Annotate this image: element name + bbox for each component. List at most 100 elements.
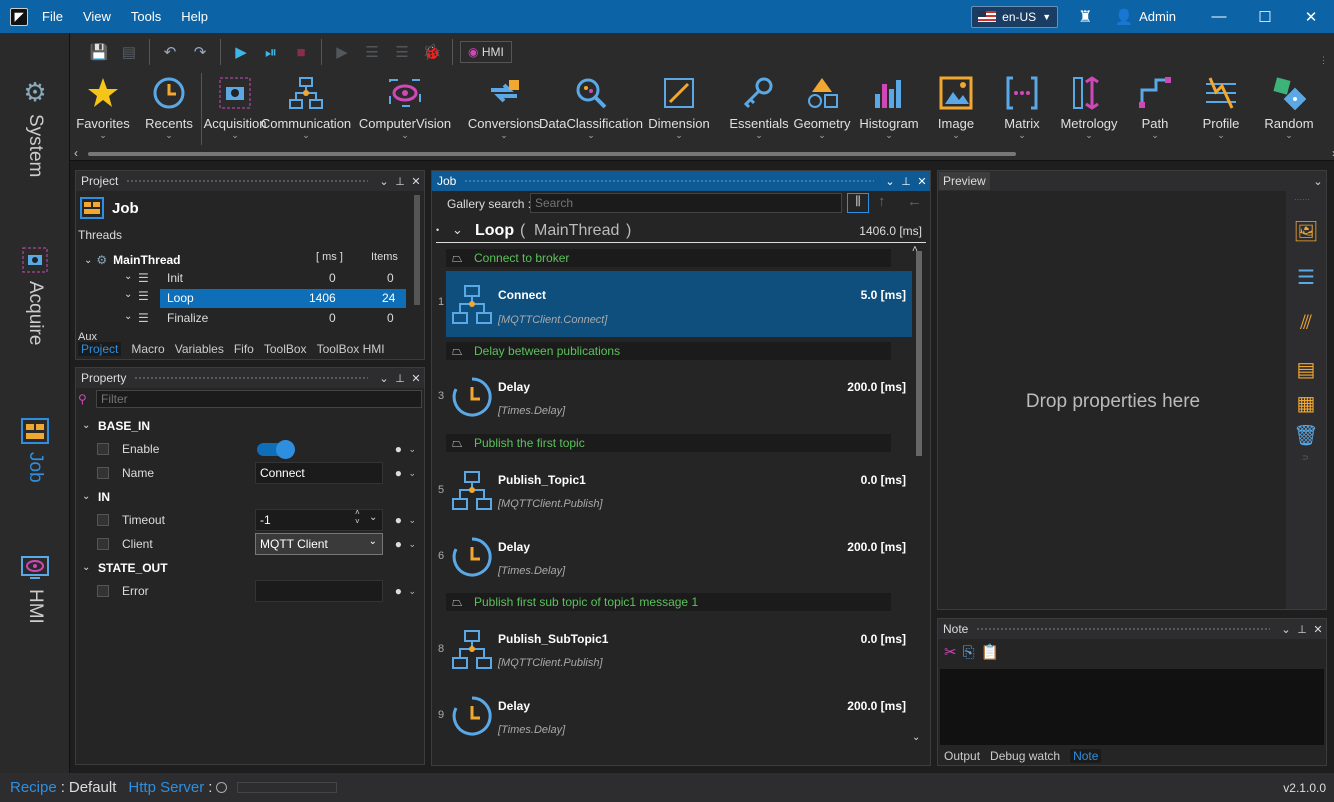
filter-settings-icon[interactable]: ⫼ <box>847 193 869 213</box>
panel-menu-icon[interactable]: ⌄ <box>376 175 392 188</box>
panel-close-icon[interactable]: ✕ <box>1310 623 1326 636</box>
list-indent-icon[interactable]: ☰ <box>389 39 415 65</box>
thread-row-init[interactable]: ⌄ ☰ Init 0 0 <box>124 271 404 289</box>
gallery-search-input[interactable] <box>530 193 842 213</box>
checkbox[interactable] <box>97 443 109 455</box>
http-server-label[interactable]: Http Server <box>128 779 204 796</box>
checkbox[interactable] <box>97 538 109 550</box>
copy-icon[interactable]: ⎘ <box>963 644 975 661</box>
panel-menu-icon[interactable]: ⌄ <box>376 372 392 385</box>
user-name[interactable]: Admin <box>1139 9 1176 24</box>
menu-tools[interactable]: Tools <box>131 9 161 24</box>
nav-job[interactable]: Job <box>0 416 70 483</box>
step-row-publish-topic1[interactable]: 5 Publish_Topic1 [MQTTClient.Publish] 0.… <box>438 459 912 525</box>
ribbon-favorites[interactable]: Favorites ⌄ <box>65 75 141 141</box>
client-select[interactable]: MQTT Client ⌄ <box>255 533 383 555</box>
name-field[interactable]: Connect <box>255 462 383 484</box>
stop-icon[interactable]: ■ <box>288 39 314 65</box>
note-text-area[interactable] <box>940 669 1324 745</box>
ribbon-profile[interactable]: Profile ⌄ <box>1183 75 1259 141</box>
tab-fifo[interactable]: Fifo <box>234 342 254 356</box>
tab-toolbox-hmi[interactable]: ToolBox HMI <box>317 342 385 356</box>
panel-menu-icon[interactable]: ⌄ <box>1278 623 1294 636</box>
debug-icon[interactable]: 🐞 <box>419 39 445 65</box>
tab-variables[interactable]: Variables <box>175 342 224 356</box>
comment-row[interactable]: ⏢ Delay between publications <box>446 342 891 360</box>
pin-icon[interactable]: ⊥ <box>392 175 408 188</box>
run-icon[interactable]: ▶ <box>228 39 254 65</box>
tab-toolbox[interactable]: ToolBox <box>264 342 307 356</box>
add-list-icon[interactable]: ☰ <box>1292 263 1320 291</box>
nav-system[interactable]: ⚙ System <box>0 77 70 177</box>
comment-row[interactable]: ⏢ Connect to broker <box>446 249 891 267</box>
close-button[interactable]: ✕ <box>1288 8 1334 26</box>
tab-debug-watch[interactable]: Debug watch <box>990 749 1060 763</box>
panel-menu-icon[interactable]: ⌄ <box>1310 175 1326 188</box>
error-field[interactable] <box>255 580 383 602</box>
ribbon-scrollbar[interactable]: ‹ › <box>74 146 1334 160</box>
arrow-up-icon[interactable]: ↑ <box>878 193 886 210</box>
ribbon-histogram[interactable]: Histogram ⌄ <box>851 75 927 141</box>
ribbon-dimension[interactable]: Dimension ⌄ <box>641 75 717 141</box>
menu-file[interactable]: File <box>42 9 63 24</box>
thread-row-finalize[interactable]: ⌄ ☰ Finalize 0 0 <box>124 311 404 329</box>
loop-header[interactable]: • ⌄ Loop ( MainThread ) 1406.0 [ms] <box>436 221 926 243</box>
tab-project[interactable]: Project <box>78 342 122 356</box>
step-row-delay[interactable]: 3 Delay [Times.Delay] 200.0 [ms] <box>438 365 912 431</box>
timeout-stepper[interactable]: -1 <box>255 509 383 531</box>
undo-icon[interactable]: ↶ <box>157 39 183 65</box>
filter-input[interactable] <box>96 390 422 408</box>
menu-view[interactable]: View <box>83 9 111 24</box>
paste-icon[interactable]: 📋 <box>981 643 1000 661</box>
pin-icon[interactable]: ⊥ <box>1294 623 1310 636</box>
ribbon-acquisition[interactable]: Acquisition ⌄ <box>197 75 273 141</box>
run-step-icon[interactable]: ⏯ <box>258 39 284 65</box>
ribbon-image[interactable]: Image ⌄ <box>918 75 994 141</box>
ribbon-metrology[interactable]: Metrology ⌄ <box>1051 75 1127 141</box>
thread-row-loop[interactable]: ⌄ ☰ Loop 1406 24 <box>124 289 406 308</box>
scissors-icon[interactable]: ✂ <box>944 643 957 661</box>
save-all-icon[interactable]: ▤ <box>116 39 142 65</box>
grid-layout-icon[interactable]: ▦ <box>1292 389 1320 417</box>
recipe-label[interactable]: Recipe <box>10 779 57 796</box>
thread-row-mainthread[interactable]: ⌄ ⚙ MainThread <box>84 251 414 269</box>
job-scrollbar[interactable] <box>916 251 922 456</box>
comment-row[interactable]: ⏢ Publish the first topic <box>446 434 891 452</box>
add-image-icon[interactable]: 🖼 <box>1292 217 1320 245</box>
checkbox[interactable] <box>97 585 109 597</box>
section-state-out[interactable]: STATE_OUT <box>98 561 168 575</box>
save-icon[interactable]: 💾 <box>86 39 112 65</box>
section-in[interactable]: IN <box>98 490 110 504</box>
checkbox[interactable] <box>97 514 109 526</box>
step-row-delay[interactable]: 9 Delay [Times.Delay] 200.0 [ms] <box>438 684 912 750</box>
panel-close-icon[interactable]: ✕ <box>408 175 424 188</box>
minimize-button[interactable]: — <box>1196 8 1242 25</box>
tab-note[interactable]: Note <box>1070 749 1102 763</box>
nav-acquire[interactable]: Acquire <box>0 245 70 345</box>
language-selector[interactable]: en-US ▼ <box>971 5 1059 28</box>
step-row-connect[interactable]: 1 Connect [MQTTClient.Connect] 5.0 [ms] <box>438 271 912 337</box>
section-base-in[interactable]: BASE_IN <box>98 419 150 433</box>
ribbon-conversions[interactable]: Conversions ⌄ <box>466 75 542 141</box>
panel-close-icon[interactable]: ✕ <box>914 175 930 188</box>
ribbon-communication[interactable]: Communication ⌄ <box>261 75 351 141</box>
chevron-down-icon[interactable]: ⌄ <box>369 512 377 523</box>
tab-macro[interactable]: Macro <box>131 342 164 356</box>
panel-menu-icon[interactable]: ⌄ <box>882 175 898 188</box>
ribbon-geometry[interactable]: Geometry ⌄ <box>784 75 860 141</box>
maximize-button[interactable]: ☐ <box>1242 8 1288 26</box>
ribbon-dataclassification[interactable]: DataClassification ⌄ <box>539 75 643 141</box>
network-icon[interactable]: ♜ <box>1078 7 1092 27</box>
layout-icon[interactable]: ▤ <box>1292 355 1320 383</box>
pin-icon[interactable]: ⊥ <box>898 175 914 188</box>
project-scrollbar[interactable] <box>414 195 420 305</box>
panel-close-icon[interactable]: ✕ <box>408 372 424 385</box>
enable-toggle[interactable] <box>257 440 295 459</box>
step-row-delay[interactable]: 6 Delay [Times.Delay] 200.0 [ms] <box>438 525 912 591</box>
list-disabled-icon[interactable]: ☰ <box>359 39 385 65</box>
ribbon-computervision[interactable]: ComputerVision ⌄ <box>359 75 451 141</box>
play-disabled-icon[interactable]: ▶ <box>329 39 355 65</box>
comment-row[interactable]: ⏢ Publish first sub topic of topic1 messa… <box>446 593 891 611</box>
hmi-button[interactable]: ◉ HMI <box>460 41 512 63</box>
nav-hmi[interactable]: HMI <box>0 553 70 624</box>
